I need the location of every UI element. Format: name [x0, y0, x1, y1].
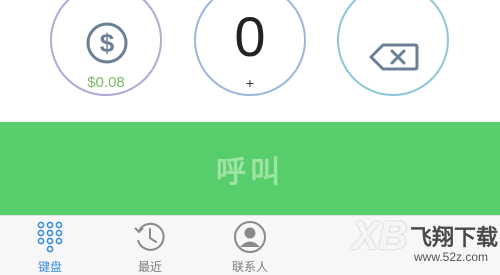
zero-digit: 0	[234, 5, 266, 68]
plus-sub-label: +	[245, 75, 255, 91]
tab-contacts[interactable]: 联系人	[220, 220, 280, 275]
tab-contacts-label: 联系人	[231, 260, 268, 274]
backspace-icon	[369, 43, 419, 71]
tab-recents[interactable]: 最近	[120, 220, 180, 275]
dollar-icon: $	[86, 22, 128, 64]
tab-recents-label: 最近	[137, 260, 162, 274]
watermark-brand: 飞翔下载	[410, 226, 499, 251]
dialer-keys-row: $ $0.08 0 +	[0, 0, 500, 122]
balance-amount: $0.08	[87, 74, 125, 91]
call-button-label: 呼叫	[216, 154, 284, 190]
balance-key[interactable]: $ $0.08	[50, 0, 162, 96]
keypad-icon	[37, 221, 63, 253]
site-watermark: XB 飞翔下载 www.52z.com	[352, 208, 500, 275]
contacts-icon	[234, 221, 266, 253]
svg-text:$: $	[100, 28, 115, 58]
watermark-logo: XB	[352, 214, 408, 258]
delete-key[interactable]	[337, 0, 449, 96]
tab-keypad[interactable]: 键盘	[20, 220, 80, 275]
call-button[interactable]: 呼叫	[0, 122, 500, 215]
zero-key[interactable]: 0 +	[194, 0, 306, 96]
recents-icon	[134, 222, 165, 251]
watermark-url: www.52z.com	[414, 250, 489, 264]
tab-keypad-label: 键盘	[37, 260, 62, 274]
